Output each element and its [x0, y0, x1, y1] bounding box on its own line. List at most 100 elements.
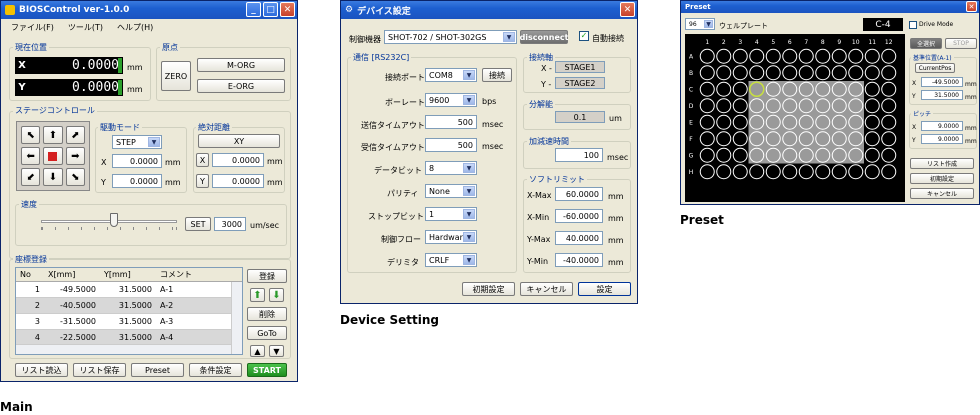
well-E1[interactable]: [699, 114, 715, 130]
stop-button[interactable]: STOP: [945, 38, 977, 49]
maximize-icon[interactable]: □: [263, 2, 278, 17]
well-C2[interactable]: [716, 81, 732, 97]
e-org-button[interactable]: E-ORG: [197, 79, 285, 93]
well-F2[interactable]: [716, 131, 732, 147]
well-G1[interactable]: [699, 147, 715, 163]
well-A12[interactable]: [881, 48, 897, 64]
abs-x-button[interactable]: X: [196, 153, 209, 167]
flow-select[interactable]: Hardware ▼: [425, 230, 477, 244]
well-E2[interactable]: [716, 114, 732, 130]
well-E3[interactable]: [732, 114, 748, 130]
table-row[interactable]: 3 -31.5000 31.5000 A-3: [16, 314, 242, 330]
well-F3[interactable]: [732, 131, 748, 147]
col-y[interactable]: Y[mm]: [100, 270, 156, 279]
speed-field[interactable]: 3000: [214, 217, 246, 231]
well-A3[interactable]: [732, 48, 748, 64]
step-x-field[interactable]: 0.0000: [112, 154, 162, 168]
well-B12[interactable]: [881, 65, 897, 81]
databit-select[interactable]: 8 ▼: [425, 161, 477, 175]
close-icon[interactable]: ✕: [620, 2, 635, 17]
main-titlebar[interactable]: BIOSControl ver-1.0.0 _ □ ✕: [1, 1, 297, 19]
scroll-down-button[interactable]: ▼: [269, 345, 284, 357]
base-y-field[interactable]: 31.5000: [921, 90, 963, 100]
cancel-button[interactable]: キャンセル: [520, 282, 573, 296]
close-icon[interactable]: ✕: [966, 1, 977, 12]
col-no[interactable]: No: [16, 270, 44, 279]
abs-y-field[interactable]: 0.0000: [212, 174, 264, 188]
jog-up-icon[interactable]: ⬆: [43, 126, 63, 144]
well-D3[interactable]: [732, 98, 748, 114]
well-H10[interactable]: [848, 164, 864, 180]
well-B9[interactable]: [831, 65, 847, 81]
well-H12[interactable]: [881, 164, 897, 180]
drive-mode-checkbox[interactable]: [909, 21, 917, 29]
well-H1[interactable]: [699, 164, 715, 180]
close-icon[interactable]: ✕: [280, 2, 295, 17]
menu-tools[interactable]: ツール(T): [68, 22, 103, 33]
well-plate-grid[interactable]: 1 2 3 4 5 6 7 8 9 10 11 12ABCDEFGH: [685, 34, 905, 202]
scroll-up-button[interactable]: ▲: [250, 345, 265, 357]
jog-down-icon[interactable]: ⬇: [43, 168, 63, 186]
abs-x-field[interactable]: 0.0000: [212, 153, 264, 167]
make-list-button[interactable]: リスト作成: [910, 158, 974, 169]
preset-default-button[interactable]: 初期設定: [910, 173, 974, 184]
col-comment[interactable]: コメント: [156, 269, 242, 280]
well-C1[interactable]: [699, 81, 715, 97]
well-H9[interactable]: [831, 164, 847, 180]
zero-button[interactable]: ZERO: [161, 61, 191, 91]
well-F11[interactable]: [864, 131, 880, 147]
well-D12[interactable]: [881, 98, 897, 114]
minimize-icon[interactable]: _: [246, 2, 261, 17]
plate-select[interactable]: 96 ▼: [685, 18, 715, 30]
well-H3[interactable]: [732, 164, 748, 180]
well-A6[interactable]: [782, 48, 798, 64]
base-x-field[interactable]: -49.5000: [921, 77, 963, 87]
menu-file[interactable]: ファイル(F): [11, 22, 54, 33]
well-B7[interactable]: [798, 65, 814, 81]
well-B5[interactable]: [765, 65, 781, 81]
m-org-button[interactable]: M-ORG: [197, 58, 285, 72]
menu-help[interactable]: ヘルプ(H): [117, 22, 153, 33]
move-down-button[interactable]: ⬇: [269, 288, 284, 302]
well-H5[interactable]: [765, 164, 781, 180]
jog-left-icon[interactable]: ⬅: [21, 147, 41, 165]
speed-set-button[interactable]: SET: [185, 217, 211, 231]
xy-button[interactable]: XY: [198, 134, 280, 148]
well-D11[interactable]: [864, 98, 880, 114]
well-C3[interactable]: [732, 81, 748, 97]
well-H11[interactable]: [864, 164, 880, 180]
well-B2[interactable]: [716, 65, 732, 81]
well-H2[interactable]: [716, 164, 732, 180]
jog-down-left-icon[interactable]: ⬋: [21, 168, 41, 186]
vertical-scrollbar[interactable]: [231, 282, 242, 354]
well-B10[interactable]: [848, 65, 864, 81]
well-C12[interactable]: [881, 81, 897, 97]
ymin-field[interactable]: -40.0000: [555, 253, 603, 267]
well-H7[interactable]: [798, 164, 814, 180]
accel-field[interactable]: 100: [555, 148, 603, 162]
drive-mode-select[interactable]: STEP ▼: [112, 135, 162, 149]
list-save-button[interactable]: リスト保存: [73, 363, 126, 377]
send-timeout-field[interactable]: 500: [425, 115, 477, 129]
list-load-button[interactable]: リスト読込: [15, 363, 68, 377]
save-settings-button[interactable]: 設定: [578, 282, 631, 296]
well-G12[interactable]: [881, 147, 897, 163]
well-B4[interactable]: [749, 65, 765, 81]
ymax-field[interactable]: 40.0000: [555, 231, 603, 245]
parity-select[interactable]: None ▼: [425, 184, 477, 198]
move-up-button[interactable]: ⬆: [250, 288, 265, 302]
well-D2[interactable]: [716, 98, 732, 114]
well-E11[interactable]: [864, 114, 880, 130]
select-all-button[interactable]: 全選択: [910, 38, 942, 49]
xmin-field[interactable]: -60.0000: [555, 209, 603, 223]
device-titlebar[interactable]: ⚙ デバイス設定 ✕: [341, 1, 637, 19]
jog-stop-icon[interactable]: [43, 147, 63, 165]
well-H6[interactable]: [782, 164, 798, 180]
xmax-field[interactable]: 60.0000: [555, 187, 603, 201]
well-F12[interactable]: [881, 131, 897, 147]
jog-down-right-icon[interactable]: ⬊: [65, 168, 85, 186]
preset-titlebar[interactable]: Preset ✕: [681, 1, 979, 13]
well-B6[interactable]: [782, 65, 798, 81]
baud-select[interactable]: 9600 ▼: [425, 93, 477, 107]
port-select[interactable]: COM8 ▼: [425, 68, 477, 82]
